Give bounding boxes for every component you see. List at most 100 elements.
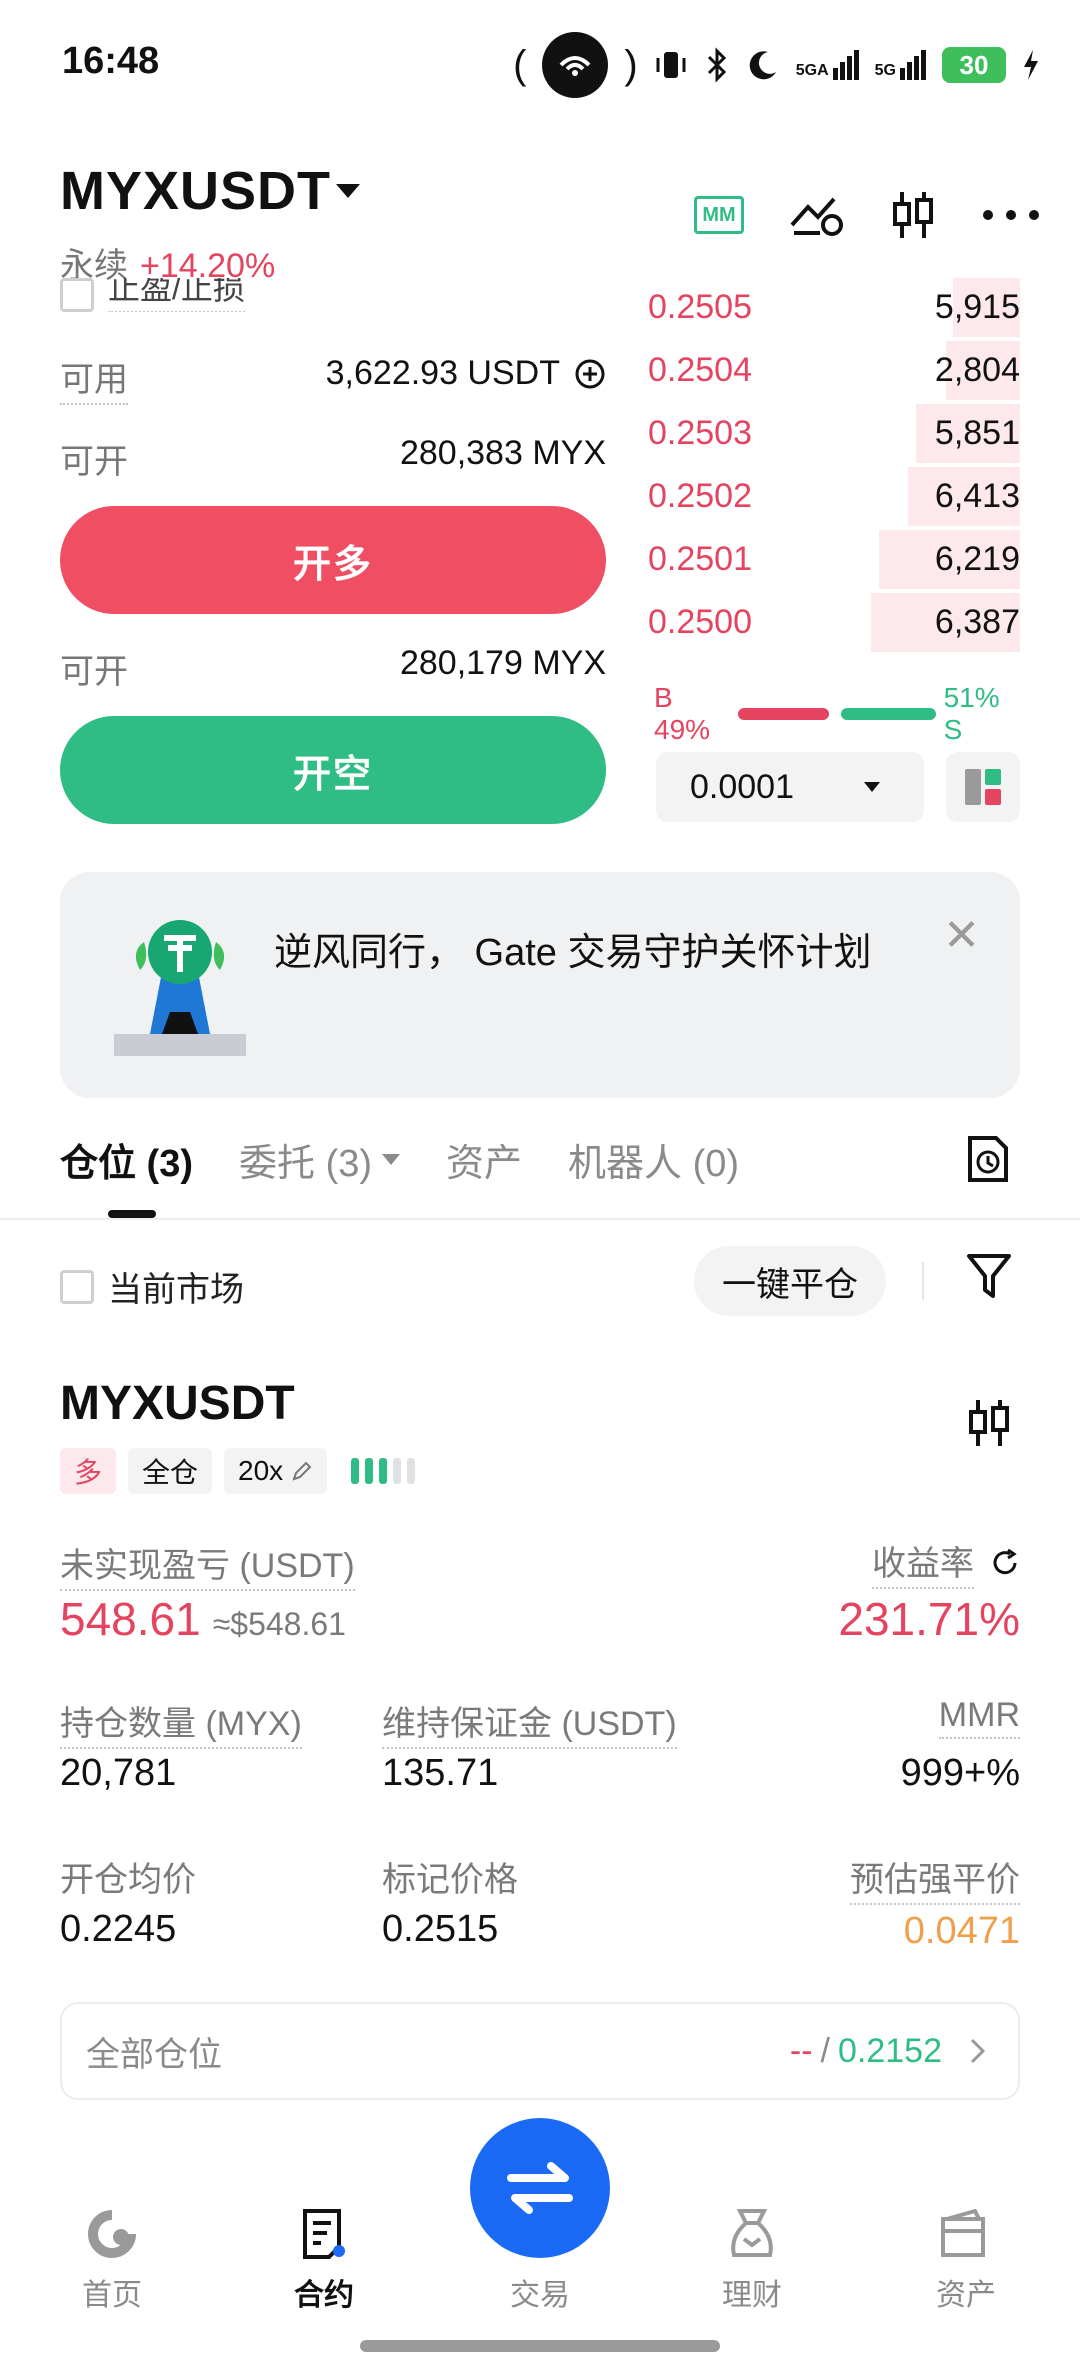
orderbook-ask-row[interactable]: 0.2505 5,915 — [648, 276, 1020, 339]
position-tabs: 仓位 (3) 委托 (3) 资产 机器人 (0) — [60, 1132, 739, 1187]
ask-size: 5,915 — [934, 288, 1020, 326]
liq-price-label: 预估强平价 — [850, 1852, 1020, 1905]
buy-sell-ratio: B 49% 51% S — [654, 682, 1020, 746]
chevron-down-icon — [864, 782, 880, 792]
close-icon[interactable]: ✕ — [943, 910, 980, 961]
ask-price: 0.2505 — [648, 288, 752, 326]
leverage-badge[interactable]: 20x — [224, 1448, 328, 1494]
margin-mode-badge: 全仓 — [128, 1448, 213, 1494]
nav-futures[interactable]: 合约 — [254, 2206, 394, 2314]
all-positions-value-a: -- — [789, 2031, 813, 2070]
orderbook-ask-row[interactable]: 0.2504 2,804 — [648, 339, 1020, 402]
close-all-button[interactable]: 一键平仓 — [694, 1246, 886, 1316]
unrealized-pnl-value: 548.61 — [60, 1593, 201, 1645]
promo-banner[interactable]: 逆风同行， Gate 交易守护关怀计划 ✕ — [60, 872, 1020, 1098]
current-market-filter[interactable]: 当前市场 — [60, 1262, 244, 1311]
tpsl-option[interactable]: 止盈/止损 — [60, 278, 245, 312]
order-book: 0.2505 5,915 0.2504 2,804 0.2503 5,851 0.2502 6… — [648, 276, 1020, 654]
leverage-value: 20x — [238, 1455, 284, 1486]
buy-ratio-label: B 49% — [654, 682, 711, 745]
charging-icon — [1024, 50, 1038, 80]
orderbook-ask-row[interactable]: 0.2502 6,413 — [648, 465, 1020, 528]
signal-5ga: 5GA — [796, 50, 859, 80]
tab-orders-label: 委托 (3) — [239, 1143, 373, 1185]
symbol-title[interactable]: MYXUSDT — [60, 160, 331, 222]
roe-value: 231.71% — [838, 1593, 1020, 1645]
available-label: 可用 — [60, 352, 128, 405]
tab-bots[interactable]: 机器人 (0) — [568, 1132, 739, 1187]
indicator-icon[interactable] — [790, 193, 844, 237]
symbol-dropdown-icon[interactable] — [336, 184, 360, 198]
hotspot-icon — [542, 32, 609, 98]
chevron-down-icon — [382, 1154, 401, 1165]
nav-assets[interactable]: 资产 — [896, 2206, 1036, 2314]
ask-price: 0.2502 — [648, 477, 752, 515]
open-long-button[interactable]: 开多 — [60, 506, 606, 614]
open-long-value: 280,383 MYX — [399, 434, 606, 472]
more-icon[interactable] — [982, 209, 1040, 221]
size-label: 持仓数量 (MYX) — [60, 1696, 302, 1749]
tab-positions[interactable]: 仓位 (3) — [60, 1132, 193, 1187]
nav-futures-label: 合约 — [294, 2279, 354, 2312]
ask-size: 6,413 — [934, 477, 1020, 515]
history-icon[interactable] — [966, 1134, 1010, 1184]
all-positions-row[interactable]: 全部仓位 -- / 0.2152 — [60, 2002, 1020, 2100]
size-value: 20,781 — [60, 1752, 177, 1794]
tpsl-label: 止盈/止损 — [108, 278, 245, 312]
orderbook-layout-button[interactable] — [946, 752, 1020, 822]
futures-icon — [303, 2209, 345, 2259]
layout-icon — [965, 769, 1001, 805]
earn-icon — [731, 2209, 773, 2257]
filter-separator — [922, 1262, 924, 1300]
edit-icon — [292, 1461, 312, 1481]
bluetooth-icon — [707, 47, 726, 83]
sell-ratio-label: 51% S — [943, 682, 1000, 745]
candlestick-chart-icon[interactable] — [966, 1398, 1012, 1448]
tpsl-checkbox[interactable] — [60, 278, 94, 312]
ask-price: 0.2501 — [648, 540, 752, 578]
nav-home-label: 首页 — [82, 2279, 142, 2312]
open-short-button[interactable]: 开空 — [60, 716, 606, 824]
tabs-divider — [0, 1218, 1080, 1220]
mm-icon[interactable]: MM — [694, 196, 744, 234]
mark-price-label: 标记价格 — [382, 1861, 518, 1899]
refresh-icon[interactable] — [990, 1548, 1020, 1578]
banner-text: 逆风同行， Gate 交易守护关怀计划 — [274, 932, 872, 974]
status-icons: ( ) 5GA 5G 30 — [513, 32, 1040, 98]
ask-size: 6,219 — [934, 540, 1020, 578]
unrealized-pnl: 548.61 ≈$548.61 — [60, 1592, 346, 1646]
nav-trade-label[interactable]: 交易 — [470, 2270, 610, 2314]
maint-margin-value: 135.71 — [382, 1752, 499, 1794]
paren-right: ) — [624, 42, 638, 87]
position-symbol[interactable]: MYXUSDT — [60, 1376, 295, 1431]
unrealized-pnl-usd: ≈$548.61 — [212, 1606, 346, 1642]
filter-icon[interactable] — [966, 1252, 1012, 1300]
home-icon — [88, 2210, 136, 2258]
trade-fab-button[interactable] — [470, 2118, 610, 2258]
all-positions-value-b: 0.2152 — [838, 2031, 942, 2070]
moon-icon — [749, 51, 776, 80]
tab-orders[interactable]: 委托 (3) — [239, 1132, 401, 1187]
all-positions-values: -- / 0.2152 — [790, 2032, 988, 2071]
precision-select[interactable]: 0.0001 — [656, 752, 924, 822]
side-badge: 多 — [60, 1448, 117, 1494]
current-market-checkbox[interactable] — [60, 1269, 94, 1304]
header-actions: MM — [694, 190, 1040, 240]
tab-assets[interactable]: 资产 — [446, 1132, 522, 1187]
add-funds-icon[interactable] — [574, 358, 606, 390]
status-time: 16:48 — [62, 40, 160, 82]
nav-home[interactable]: 首页 — [42, 2206, 182, 2314]
orderbook-ask-row[interactable]: 0.2501 6,219 — [648, 528, 1020, 591]
roe-header: 收益率 — [872, 1536, 1020, 1589]
ask-price: 0.2500 — [648, 603, 752, 641]
orderbook-ask-row[interactable]: 0.2503 5,851 — [648, 402, 1020, 465]
unrealized-pnl-label: 未实现盈亏 (USDT) — [60, 1538, 355, 1591]
all-positions-label: 全部仓位 — [86, 2035, 222, 2074]
network-label-2: 5G — [874, 62, 896, 79]
candlestick-chart-icon[interactable] — [890, 190, 936, 240]
current-market-label: 当前市场 — [108, 1271, 244, 1309]
nav-earn[interactable]: 理财 — [682, 2206, 822, 2314]
ask-size: 5,851 — [934, 414, 1020, 452]
liq-price-value: 0.0471 — [903, 1910, 1020, 1952]
orderbook-ask-row[interactable]: 0.2500 6,387 — [648, 591, 1020, 654]
